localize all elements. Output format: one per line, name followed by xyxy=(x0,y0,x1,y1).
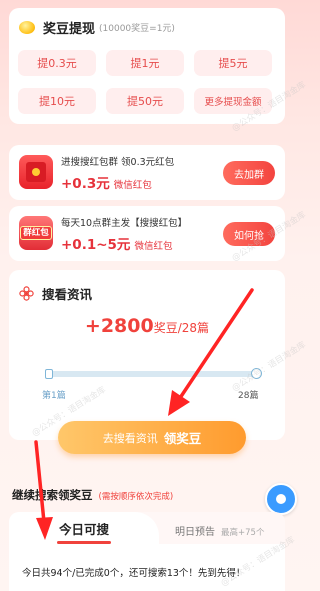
withdraw-title: 奖豆提现 xyxy=(43,22,96,37)
group-red-packet-tag: 群红包 xyxy=(20,226,52,240)
withdraw-rate: (10000奖豆=1元) xyxy=(99,24,175,34)
continue-search-header: 继续搜索领奖豆 (需按顺序依次完成) xyxy=(12,487,173,503)
go-search-label: 去搜看资讯 xyxy=(102,431,158,445)
search-reward-suffix: 奖豆/28篇 xyxy=(153,321,210,335)
withdraw-option-50[interactable]: 提50元 xyxy=(106,88,184,114)
group-red-packet-icon: 群红包 xyxy=(19,216,53,250)
tab-today[interactable]: 今日可搜 xyxy=(9,512,159,544)
progress-track xyxy=(49,371,255,377)
withdraw-option-5[interactable]: 提5元 xyxy=(194,50,272,76)
withdraw-option-1[interactable]: 提1元 xyxy=(106,50,184,76)
withdraw-header: 奖豆提现 (10000奖豆=1元) xyxy=(19,18,175,37)
task-title: 每天10点群主发【搜搜红包】 xyxy=(61,218,188,229)
search-stats-text: 今日共94个/已完成0个，还可搜索13个！先到先得！ xyxy=(22,568,246,579)
continue-search-subtitle: (需按顺序依次完成) xyxy=(98,492,174,502)
search-reward: +2800奖豆/28篇 xyxy=(9,315,285,337)
arrow-to-today-tab xyxy=(34,440,46,524)
withdraw-options: 提0.3元 提1元 提5元 提10元 提50元 更多提现金额 xyxy=(18,50,276,114)
red-packet-icon xyxy=(19,155,53,189)
customer-service-icon[interactable] xyxy=(265,483,297,515)
flower-icon xyxy=(19,286,34,301)
progress-start-marker xyxy=(45,369,53,379)
withdraw-card: 奖豆提现 (10000奖豆=1元) 提0.3元 提1元 提5元 提10元 提50… xyxy=(9,8,285,124)
progress-start-label: 第1篇 xyxy=(42,391,66,401)
go-search-button[interactable]: 去搜看资讯 领奖豆 xyxy=(58,421,246,454)
tab-tomorrow-label: 明日预告 xyxy=(175,527,215,538)
task-title: 进搜搜红包群 领0.3元红包 xyxy=(61,157,175,168)
withdraw-option-0-3[interactable]: 提0.3元 xyxy=(18,50,96,76)
search-reward-amount: +2800 xyxy=(84,315,154,337)
go-search-reward-label: 领奖豆 xyxy=(163,431,202,446)
tab-tomorrow-sub: 最高+75个 xyxy=(221,528,265,538)
search-title: 搜看资讯 xyxy=(42,287,93,302)
tab-tomorrow[interactable]: 明日预告 最高+75个 xyxy=(175,523,264,538)
task-reward-amount: +0.1~5元 xyxy=(61,237,131,253)
bean-coin-icon xyxy=(19,21,35,34)
continue-search-title: 继续搜索领奖豆 xyxy=(12,488,93,502)
task-reward-unit: 微信红包 xyxy=(134,241,173,252)
task-reward-amount: +0.3元 xyxy=(61,176,110,192)
search-tabs-card: 今日可搜 明日预告 最高+75个 今日共94个/已完成0个，还可搜索13个！先到… xyxy=(9,512,285,591)
task-join-group: 进搜搜红包群 领0.3元红包 +0.3元 微信红包 去加群 xyxy=(9,145,285,200)
tab-today-label: 今日可搜 xyxy=(58,521,109,537)
task-reward-unit: 微信红包 xyxy=(113,180,152,191)
withdraw-option-10[interactable]: 提10元 xyxy=(18,88,96,114)
join-group-button[interactable]: 去加群 xyxy=(223,161,275,185)
